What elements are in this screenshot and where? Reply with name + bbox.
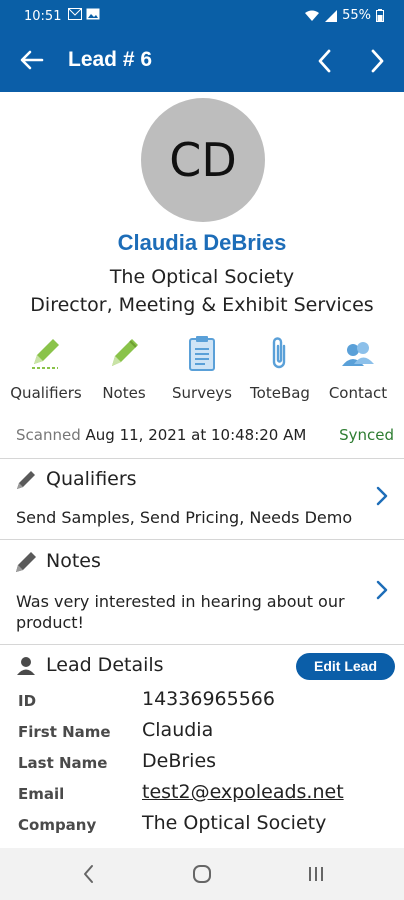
surveys-label: Surveys — [172, 384, 232, 402]
scanned-timestamp: Scanned Aug 11, 2021 at 10:48:20 AM — [16, 426, 306, 444]
chevron-right-icon — [376, 486, 388, 506]
notes-title: Notes — [46, 550, 101, 572]
qualifiers-text: Send Samples, Send Pricing, Needs Demo — [16, 508, 353, 527]
battery-icon — [376, 9, 384, 22]
detail-value: Claudia — [142, 719, 214, 741]
detail-value: The Optical Society — [142, 812, 327, 834]
system-nav-bar — [0, 848, 404, 900]
detail-row-company: Company The Optical Society — [0, 810, 404, 840]
action-bar: Qualifiers Notes Surveys ToteBag Contact — [0, 330, 404, 406]
chevron-right-icon — [376, 580, 388, 600]
notes-pencil-icon — [112, 339, 138, 366]
lead-company: The Optical Society — [109, 266, 295, 288]
detail-row-id: ID 14336965566 — [0, 686, 404, 716]
detail-label: First Name — [18, 723, 111, 741]
contact-label: Contact — [328, 384, 388, 402]
notes-action-button[interactable]: Notes — [84, 330, 164, 406]
page-title: Lead # 6 — [68, 48, 153, 71]
detail-row-first-name: First Name Claudia — [0, 717, 404, 747]
qualifiers-section[interactable]: Qualifiers Send Samples, Send Pricing, N… — [0, 459, 404, 539]
clipboard-icon — [189, 336, 215, 371]
qualifiers-pencil-icon — [32, 339, 59, 369]
sync-status: Synced — [339, 426, 394, 444]
paperclip-icon — [272, 337, 286, 369]
nav-home-icon[interactable] — [190, 862, 214, 886]
scanned-label: Scanned — [16, 426, 81, 444]
qualifiers-action-button[interactable]: Qualifiers — [6, 330, 86, 406]
lead-job-title: Director, Meeting & Exhibit Services — [30, 294, 374, 316]
wifi-icon — [305, 10, 320, 21]
detail-value: 14336965566 — [142, 688, 275, 710]
status-time: 10:51 — [24, 9, 62, 24]
scanned-value: Aug 11, 2021 at 10:48:20 AM — [85, 426, 307, 444]
detail-row-email: Email test2@expoleads.net — [0, 779, 404, 809]
detail-label: ID — [18, 692, 37, 710]
notes-section[interactable]: Notes Was very interested in hearing abo… — [0, 540, 404, 644]
detail-label: Last Name — [18, 754, 108, 772]
edit-lead-button[interactable]: Edit Lead — [296, 653, 395, 680]
avatar: CD — [141, 98, 265, 222]
notes-text-line-2: product! — [16, 613, 84, 632]
surveys-action-button[interactable]: Surveys — [162, 330, 242, 406]
nav-recents-icon[interactable] — [304, 862, 328, 886]
lead-name: Claudia DeBries — [117, 230, 287, 255]
status-bar: 10:51 55% — [0, 0, 404, 30]
detail-label: Company — [18, 816, 97, 834]
system-icons: 55% — [304, 8, 384, 23]
gmail-icon — [68, 8, 82, 20]
pencil-icon — [16, 552, 36, 572]
detail-value: DeBries — [142, 750, 217, 772]
contact-action-button[interactable]: Contact — [318, 330, 398, 406]
person-icon — [17, 657, 35, 675]
totebag-action-button[interactable]: ToteBag — [240, 330, 320, 406]
gallery-icon — [86, 8, 100, 20]
contacts-icon — [342, 342, 374, 366]
detail-row-last-name: Last Name DeBries — [0, 748, 404, 778]
pencil-icon — [17, 471, 35, 489]
app-bar: Lead # 6 — [0, 30, 404, 92]
qualifiers-title: Qualifiers — [46, 468, 137, 490]
email-link[interactable]: test2@expoleads.net — [142, 781, 344, 803]
chevron-right-icon[interactable] — [364, 46, 390, 76]
detail-label: Email — [18, 785, 65, 803]
notification-icons — [68, 8, 100, 20]
totebag-label: ToteBag — [250, 384, 310, 402]
battery-percent: 55% — [342, 8, 371, 23]
notes-text-line-1: Was very interested in hearing about our — [16, 592, 345, 611]
notes-label: Notes — [102, 384, 146, 402]
chevron-left-icon[interactable] — [312, 46, 338, 76]
lead-details-title: Lead Details — [46, 654, 164, 676]
qualifiers-label: Qualifiers — [10, 384, 82, 402]
back-arrow-icon[interactable] — [18, 46, 46, 74]
signal-icon — [325, 9, 338, 22]
nav-back-icon[interactable] — [77, 862, 101, 886]
